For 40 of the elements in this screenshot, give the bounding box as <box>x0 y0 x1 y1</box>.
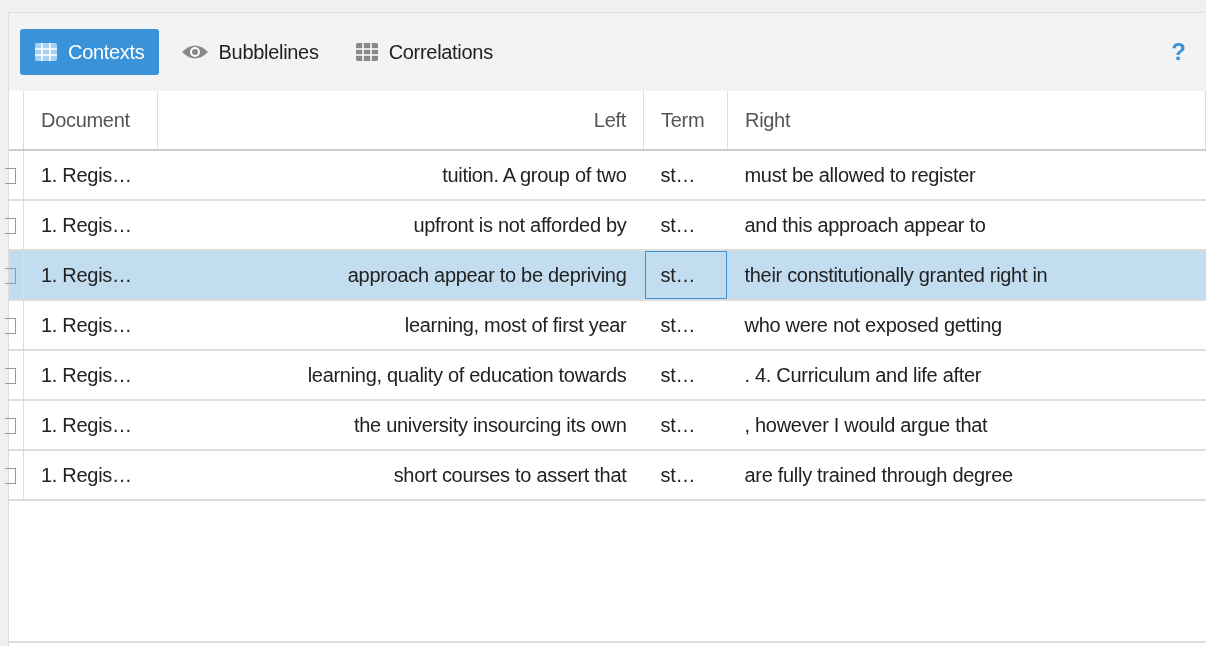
grid-icon <box>354 42 379 62</box>
table-cell: 1. Regis… <box>23 450 158 500</box>
checkbox-icon[interactable] <box>5 318 16 335</box>
tab[interactable]: Correlations <box>340 29 507 75</box>
table-cell: 1. Regis… <box>23 250 158 300</box>
table-cell: 1. Regis… <box>23 350 158 400</box>
checkbox-icon[interactable] <box>5 468 16 485</box>
table-cell: st… <box>643 300 728 350</box>
table-cell: are fully trained through degree <box>727 450 1206 500</box>
table-cell: , however I would argue that <box>727 400 1206 450</box>
checkbox-icon[interactable] <box>5 168 16 185</box>
column-header[interactable]: Term <box>643 91 728 150</box>
checkbox-icon[interactable] <box>5 368 16 385</box>
table-cell: st… <box>643 400 728 450</box>
table-cell: must be allowed to register <box>727 150 1206 200</box>
table-cell: learning, most of first year <box>157 300 644 350</box>
column-header[interactable]: Left <box>157 91 644 150</box>
table-cell: 1. Regis… <box>23 300 158 350</box>
table-cell: the university insourcing its own <box>157 400 644 450</box>
table-cell: st… <box>643 150 728 200</box>
table-cell: st… <box>643 250 728 300</box>
table-cell: 1. Regis… <box>23 150 158 200</box>
table-cell: who were not exposed getting <box>727 300 1206 350</box>
column-header[interactable]: Right <box>727 91 1206 150</box>
checkbox-icon[interactable] <box>5 218 16 235</box>
table-cell: approach appear to be depriving <box>157 250 644 300</box>
table-cell: short courses to assert that <box>157 450 644 500</box>
checkbox-icon[interactable] <box>5 268 16 285</box>
table-cell: . 4. Curriculum and life after <box>727 350 1206 400</box>
table-cell: tuition. A group of two <box>157 150 644 200</box>
checkbox-icon[interactable] <box>5 418 16 435</box>
eye-icon <box>180 43 209 61</box>
grid-icon <box>34 42 58 62</box>
table-cell: learning, quality of education towards <box>157 350 644 400</box>
table-cell: their constitutionally granted right in <box>727 250 1206 300</box>
table-cell: st… <box>643 350 728 400</box>
column-header[interactable]: Document <box>23 91 158 150</box>
tab[interactable]: Bubblelines <box>166 29 333 75</box>
table-cell: st… <box>643 450 728 500</box>
table-cell: 1. Regis… <box>23 400 158 450</box>
